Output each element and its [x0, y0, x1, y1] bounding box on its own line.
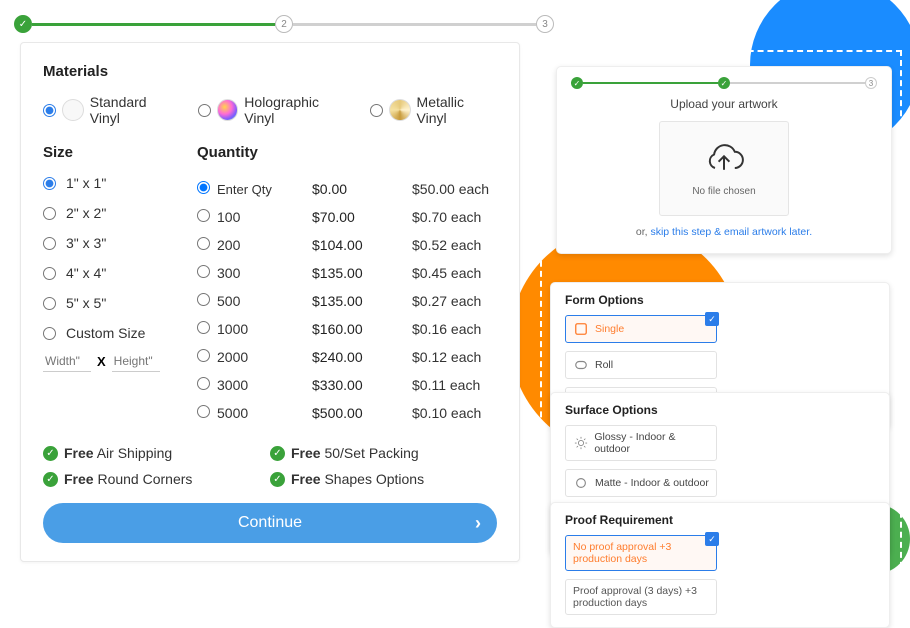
free-perk: ✓Free 50/Set Packing: [270, 445, 497, 461]
size-option[interactable]: 1" x 1": [43, 175, 173, 191]
size-option[interactable]: 4" x 4": [43, 265, 173, 281]
free-perk: ✓Free Shapes Options: [270, 471, 497, 487]
size-option-custom[interactable]: Custom Size: [43, 325, 173, 341]
height-input[interactable]: [112, 351, 160, 372]
form-options-title: Form Options: [565, 293, 875, 307]
upload-artwork-card: ✓✓3 Upload your artwork No file chosen o…: [556, 66, 892, 254]
material-label: Holographic Vinyl: [244, 94, 351, 126]
no-file-label: No file chosen: [692, 186, 755, 197]
qty-row[interactable]: 5000$500.00$0.10 each: [197, 399, 497, 427]
proof-option-no-approval[interactable]: No proof approval +3 production days ✓: [565, 535, 717, 571]
sun-icon: [573, 435, 588, 451]
qty-row[interactable]: 100$70.00$0.70 each: [197, 203, 497, 231]
skip-upload-link[interactable]: skip this step & email artwork later.: [650, 226, 812, 238]
check-icon: ✓: [270, 446, 285, 461]
size-option[interactable]: 5" x 5": [43, 295, 173, 311]
continue-button[interactable]: Continue ›: [43, 503, 497, 543]
width-input[interactable]: [43, 351, 91, 372]
proof-requirement-card: Proof Requirement No proof approval +3 p…: [550, 502, 890, 628]
qty-row[interactable]: 300$135.00$0.45 each: [197, 259, 497, 287]
size-option[interactable]: 2" x 2": [43, 205, 173, 221]
quantity-title: Quantity: [197, 144, 497, 161]
check-icon: ✓: [43, 446, 58, 461]
dimension-separator: X: [97, 354, 106, 369]
single-icon: [573, 321, 589, 337]
form-option-roll[interactable]: Roll: [565, 351, 717, 379]
qty-row[interactable]: 500$135.00$0.27 each: [197, 287, 497, 315]
material-holographic-vinyl[interactable]: Holographic Vinyl: [198, 94, 352, 126]
size-title: Size: [43, 144, 173, 161]
progress-stepper: ✓ 2 3: [14, 14, 554, 34]
chevron-right-icon: ›: [475, 513, 481, 534]
qty-row-custom[interactable]: Enter Qty $0.00 $50.00 each: [197, 175, 497, 203]
size-option[interactable]: 3" x 3": [43, 235, 173, 251]
check-icon: ✓: [43, 472, 58, 487]
surface-option-glossy[interactable]: Glossy - Indoor & outdoor: [565, 425, 717, 461]
step-2-icon: 2: [275, 15, 293, 33]
free-perk: ✓Free Round Corners: [43, 471, 270, 487]
check-icon: ✓: [705, 312, 719, 326]
swatch-standard-icon: [62, 99, 84, 121]
skip-upload-line: or, skip this step & email artwork later…: [571, 226, 877, 238]
cloud-upload-icon: [702, 141, 746, 182]
qty-row[interactable]: 3000$330.00$0.11 each: [197, 371, 497, 399]
check-icon: ✓: [270, 472, 285, 487]
form-option-single[interactable]: Single ✓: [565, 315, 717, 343]
qty-row[interactable]: 2000$240.00$0.12 each: [197, 343, 497, 371]
free-perk: ✓Free Air Shipping: [43, 445, 270, 461]
material-metallic-vinyl[interactable]: Metallic Vinyl: [370, 94, 497, 126]
upload-progress-stepper: ✓✓3: [571, 77, 877, 89]
swatch-holo-icon: [217, 99, 239, 121]
swatch-metallic-icon: [389, 99, 411, 121]
upload-dropzone[interactable]: No file chosen: [659, 121, 789, 216]
roll-icon: [573, 357, 589, 373]
enter-qty-input[interactable]: Enter Qty: [217, 182, 312, 197]
step-3-icon: 3: [536, 15, 554, 33]
material-label: Standard Vinyl: [90, 94, 180, 126]
qty-row[interactable]: 200$104.00$0.52 each: [197, 231, 497, 259]
surface-options-title: Surface Options: [565, 403, 875, 417]
configurator-card: Materials Standard Vinyl Holographic Vin…: [20, 42, 520, 562]
circle-icon: [573, 475, 589, 491]
check-icon: ✓: [705, 532, 719, 546]
surface-option-matte[interactable]: Matte - Indoor & outdoor: [565, 469, 717, 497]
proof-title: Proof Requirement: [565, 513, 875, 527]
materials-title: Materials: [43, 63, 497, 80]
material-label: Metallic Vinyl: [417, 94, 497, 126]
material-standard-vinyl[interactable]: Standard Vinyl: [43, 94, 180, 126]
step-1-icon: ✓: [14, 15, 32, 33]
qty-row[interactable]: 1000$160.00$0.16 each: [197, 315, 497, 343]
upload-title: Upload your artwork: [571, 97, 877, 111]
proof-option-approval[interactable]: Proof approval (3 days) +3 production da…: [565, 579, 717, 615]
